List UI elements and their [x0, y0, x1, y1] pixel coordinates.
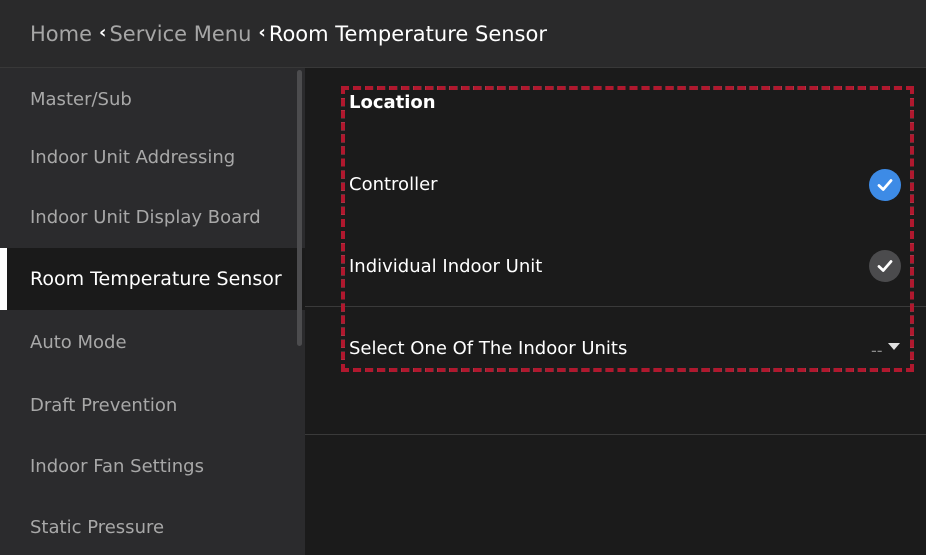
- sidebar-item-label: Master/Sub: [30, 88, 132, 110]
- breadcrumb-home[interactable]: Home: [30, 22, 92, 46]
- divider: [305, 434, 926, 435]
- check-icon[interactable]: [869, 250, 901, 282]
- sidebar-item-label: Indoor Unit Display Board: [30, 206, 261, 228]
- main-panel: Location Controller Individual Indoor Un…: [305, 68, 926, 555]
- sidebar-item-label: Indoor Unit Addressing: [30, 146, 236, 168]
- sidebar-item-draft-prevention[interactable]: Draft Prevention: [0, 374, 305, 436]
- indoor-unit-dropdown-label[interactable]: Select One Of The Indoor Units: [349, 338, 627, 359]
- chevron-left-icon: ‹: [99, 22, 107, 43]
- sidebar-item-label: Static Pressure: [30, 516, 165, 538]
- sidebar-scrollbar[interactable]: [297, 70, 302, 346]
- breadcrumb-bar: Home ‹ Service Menu ‹ Room Temperature S…: [0, 0, 926, 68]
- chevron-left-icon: ‹: [258, 22, 266, 43]
- sidebar-item-label: Indoor Fan Settings: [30, 455, 204, 477]
- sidebar-item-indoor-unit-addressing[interactable]: Indoor Unit Addressing: [0, 126, 305, 188]
- sidebar-menu: Master/Sub Indoor Unit Addressing Indoor…: [0, 68, 305, 555]
- sidebar-item-indoor-unit-display-board[interactable]: Indoor Unit Display Board: [0, 186, 305, 248]
- sidebar-item-master-sub[interactable]: Master/Sub: [0, 68, 305, 130]
- caret-down-icon[interactable]: [888, 343, 900, 350]
- section-title: Location: [349, 92, 436, 113]
- sidebar-item-label: Auto Mode: [30, 331, 127, 353]
- option-controller-label[interactable]: Controller: [349, 174, 438, 195]
- divider: [305, 306, 926, 307]
- indoor-unit-dropdown-value[interactable]: --: [871, 341, 883, 360]
- check-icon[interactable]: [869, 169, 901, 201]
- breadcrumb-service-menu[interactable]: Service Menu: [109, 22, 251, 46]
- option-individual-indoor-unit-label[interactable]: Individual Indoor Unit: [349, 256, 542, 277]
- sidebar-item-indoor-fan-settings[interactable]: Indoor Fan Settings: [0, 435, 305, 497]
- sidebar-item-label: Draft Prevention: [30, 394, 178, 416]
- sidebar-item-label: Room Temperature Sensor: [30, 268, 282, 290]
- app-screen: Home ‹ Service Menu ‹ Room Temperature S…: [0, 0, 926, 555]
- breadcrumb-current: Room Temperature Sensor: [268, 21, 547, 46]
- sidebar-item-room-temperature-sensor[interactable]: Room Temperature Sensor: [0, 248, 305, 310]
- sidebar-item-static-pressure[interactable]: Static Pressure: [0, 496, 305, 555]
- sidebar-item-auto-mode[interactable]: Auto Mode: [0, 311, 305, 373]
